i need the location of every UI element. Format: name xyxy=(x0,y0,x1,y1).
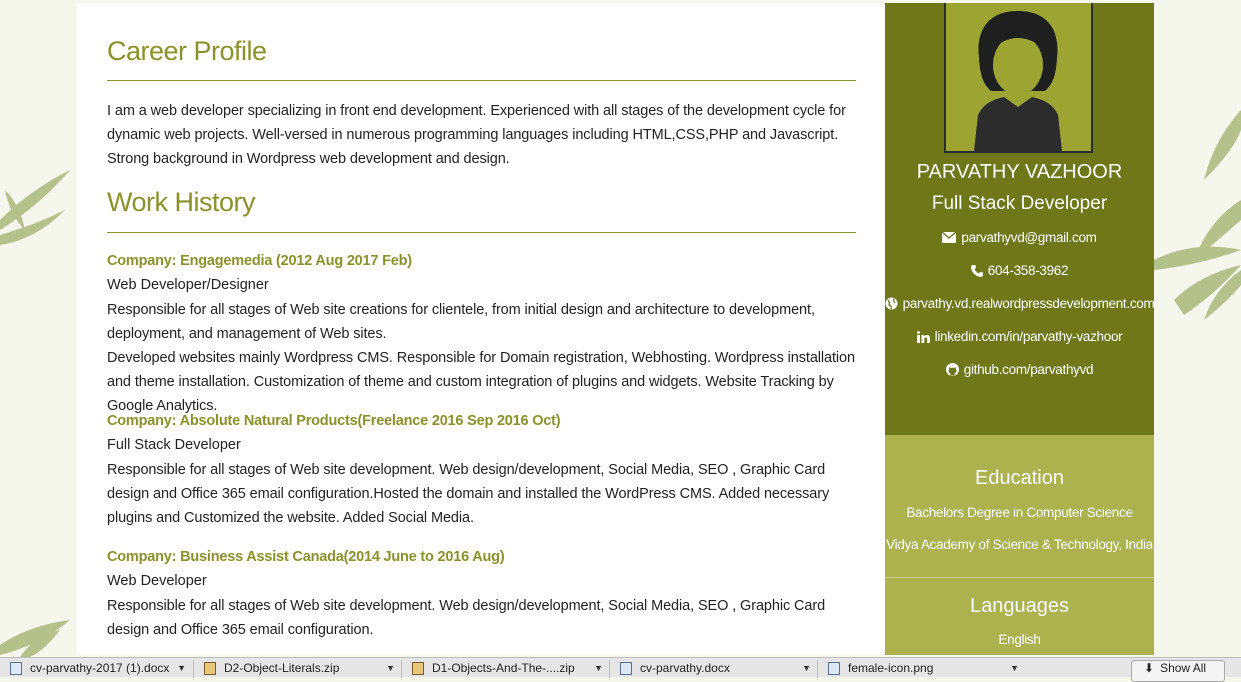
download-item[interactable]: cv-parvathy.docx ▼ xyxy=(609,660,815,678)
job-description: Responsible for all stages of Web site d… xyxy=(107,598,826,638)
job-company: Company: Absolute Natural Products(Freel… xyxy=(107,413,561,429)
main-content: Career Profile I am a web developer spec… xyxy=(77,3,885,655)
contact-phone-text: 604-358-3962 xyxy=(987,263,1069,278)
avatar xyxy=(944,3,1093,153)
contact-linkedin-text: linkedin.com/in/parvathy-vazhoor xyxy=(934,329,1123,344)
chevron-down-icon[interactable]: ▼ xyxy=(594,663,603,673)
download-item[interactable]: D2-Object-Literals.zip ▼ xyxy=(193,660,399,678)
download-arrow-icon: ⬇ xyxy=(1144,661,1155,675)
phone-icon xyxy=(970,264,983,277)
globe-icon xyxy=(885,297,898,310)
contact-linkedin[interactable]: linkedin.com/in/parvathy-vazhoor xyxy=(885,329,1154,344)
career-profile-rule xyxy=(107,80,856,81)
show-all-label: Show All xyxy=(1160,661,1207,675)
languages-heading: Languages xyxy=(970,595,1069,617)
leaf-decoration-left xyxy=(0,170,70,245)
show-all-button[interactable]: ⬇ Show All xyxy=(1131,660,1225,682)
work-history-heading: Work History xyxy=(107,187,256,217)
chevron-down-icon[interactable]: ▼ xyxy=(1010,663,1019,673)
contact-github[interactable]: github.com/parvathyvd xyxy=(885,362,1154,377)
linkedin-icon xyxy=(916,330,930,343)
education-degree: Bachelors Degree in Computer Science xyxy=(906,505,1133,520)
download-item-name: cv-parvathy-2017 (1).docx xyxy=(30,661,170,675)
contact-email[interactable]: parvathyvd@gmail.com xyxy=(885,230,1154,245)
download-item[interactable]: D1-Objects-And-The-....zip ▼ xyxy=(401,660,607,678)
contact-website-text: parvathy.vd.realwordpressdevelopment.com xyxy=(902,296,1154,311)
download-item-name: cv-parvathy.docx xyxy=(640,661,730,675)
job-role: Web Developer xyxy=(107,573,207,589)
career-profile-text: I am a web developer specializing in fro… xyxy=(107,103,846,167)
profile-title: Full Stack Developer xyxy=(931,193,1108,214)
sidebar: PARVATHY VAZHOOR Full Stack Developer pa… xyxy=(885,3,1154,655)
image-file-icon xyxy=(828,662,840,675)
document-file-icon xyxy=(10,662,22,675)
downloads-bar: cv-parvathy-2017 (1).docx ▼ D2-Object-Li… xyxy=(0,657,1241,682)
download-item-name: female-icon.png xyxy=(848,661,934,675)
zip-file-icon xyxy=(412,662,424,675)
contact-github-text: github.com/parvathyvd xyxy=(963,362,1094,377)
profile-name: PARVATHY VAZHOOR xyxy=(916,161,1123,183)
job-description: Responsible for all stages of Web site d… xyxy=(107,462,830,526)
language-item: English xyxy=(998,632,1041,647)
download-item[interactable]: female-icon.png ▼ xyxy=(817,660,1023,678)
leaf-decoration-right xyxy=(1154,110,1241,320)
chevron-down-icon[interactable]: ▼ xyxy=(386,663,395,673)
envelope-icon xyxy=(942,232,957,243)
chevron-down-icon[interactable]: ▼ xyxy=(802,663,811,673)
contact-website[interactable]: parvathy.vd.realwordpressdevelopment.com xyxy=(885,296,1154,311)
download-item-name: D2-Object-Literals.zip xyxy=(224,661,340,675)
education-heading: Education xyxy=(975,467,1064,489)
job-role: Full Stack Developer xyxy=(107,437,241,453)
download-item-name: D1-Objects-And-The-....zip xyxy=(432,661,575,675)
document-file-icon xyxy=(620,662,632,675)
contact-phone[interactable]: 604-358-3962 xyxy=(885,263,1154,278)
work-history-rule xyxy=(107,232,856,233)
job-description: Responsible for all stages of Web site c… xyxy=(107,302,815,342)
github-icon xyxy=(945,363,959,376)
sidebar-divider xyxy=(885,577,1154,578)
education-school: Vidya Academy of Science & Technology, I… xyxy=(886,537,1153,552)
contact-email-text: parvathyvd@gmail.com xyxy=(961,230,1097,245)
career-profile-heading: Career Profile xyxy=(107,36,267,66)
download-item[interactable]: cv-parvathy-2017 (1).docx ▼ xyxy=(0,660,190,678)
female-avatar-icon xyxy=(974,11,1062,151)
job-company: Company: Engagemedia (2012 Aug 2017 Feb) xyxy=(107,253,412,269)
job-role: Web Developer/Designer xyxy=(107,277,269,293)
zip-file-icon xyxy=(204,662,216,675)
leaf-decoration-left-bottom xyxy=(0,620,70,657)
profile-panel: PARVATHY VAZHOOR Full Stack Developer pa… xyxy=(885,3,1154,435)
job-description: Developed websites mainly Wordpress CMS.… xyxy=(107,350,855,414)
chevron-down-icon[interactable]: ▼ xyxy=(177,663,186,673)
job-company: Company: Business Assist Canada(2014 Jun… xyxy=(107,549,505,565)
